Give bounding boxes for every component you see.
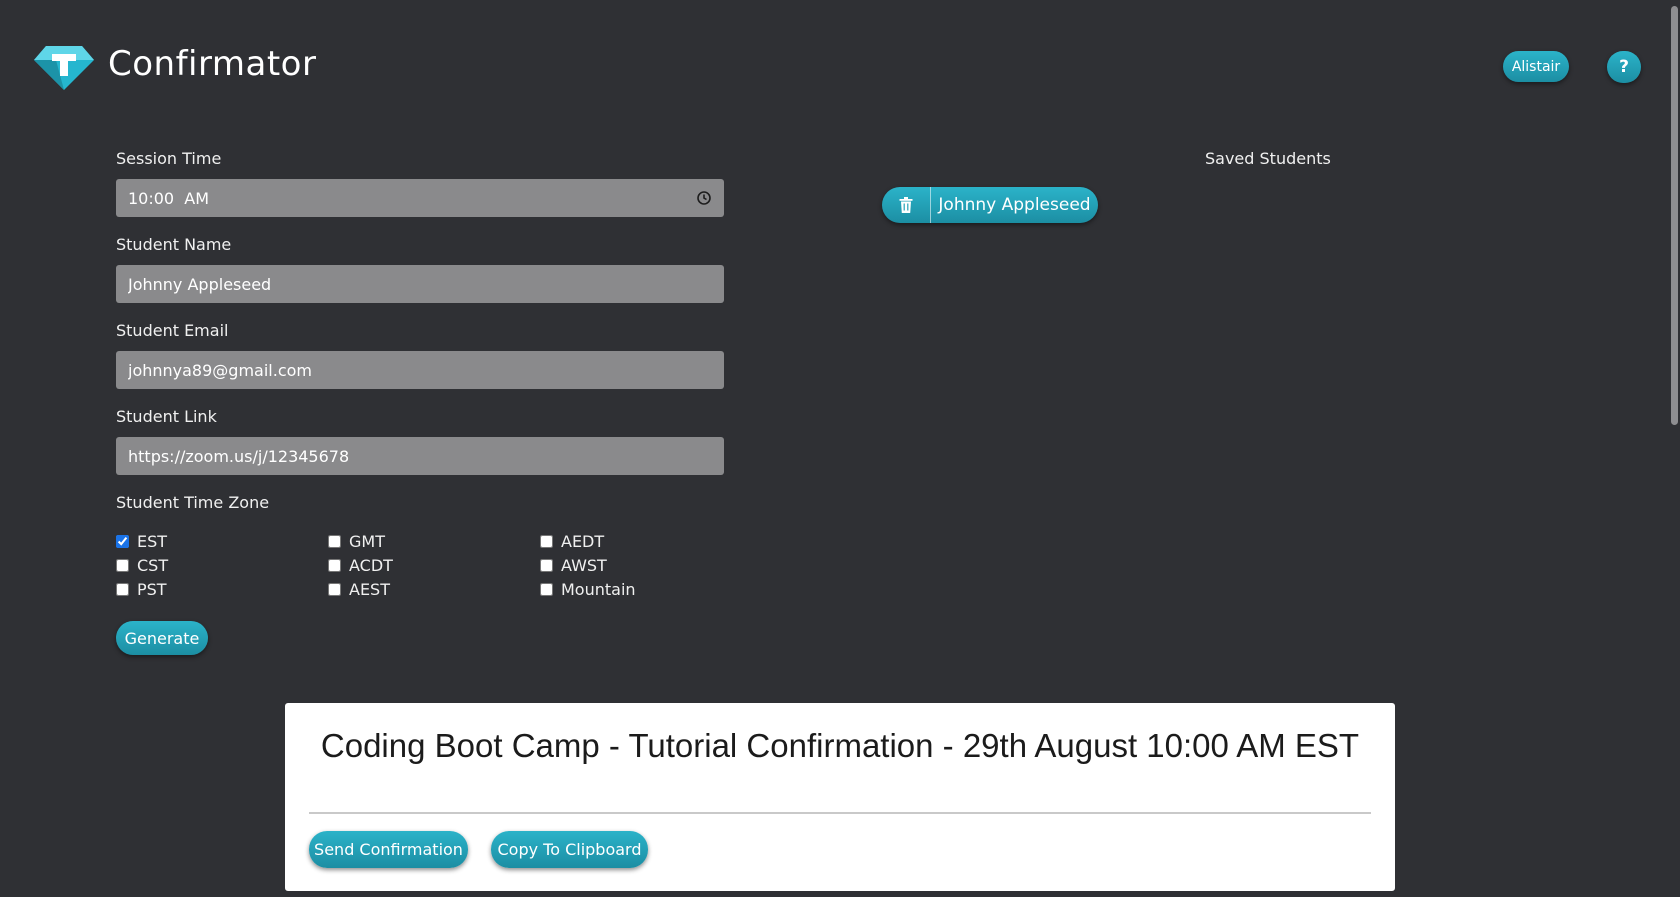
panel-divider [309,812,1371,814]
timezone-label: Student Time Zone [116,493,270,512]
confirmation-panel: Coding Boot Camp - Tutorial Confirmation… [285,703,1395,891]
timezone-checkbox[interactable] [116,559,129,572]
scrollbar-thumb[interactable] [1671,6,1678,425]
session-time-label: Session Time [116,149,222,168]
copy-to-clipboard-button[interactable]: Copy To Clipboard [491,831,648,868]
student-email-field[interactable] [116,351,724,389]
confirmation-title: Coding Boot Camp - Tutorial Confirmation… [320,727,1360,764]
timezone-checkbox[interactable] [540,535,553,548]
timezone-option-awst[interactable]: AWST [540,556,676,575]
trash-icon [899,197,913,213]
app-page: Confirmator Alistair ? Session Time Stud… [0,0,1680,897]
saved-student-name[interactable]: Johnny Appleseed [931,195,1098,215]
timezone-option-acdt[interactable]: ACDT [328,556,540,575]
app-logo-icon [34,46,94,90]
session-time-input[interactable] [128,188,696,208]
timezone-checkbox[interactable] [540,583,553,596]
generate-button[interactable]: Generate [116,621,208,655]
timezone-option-mountain[interactable]: Mountain [540,580,676,599]
user-button[interactable]: Alistair [1503,51,1569,82]
timezone-option-gmt[interactable]: GMT [328,532,540,551]
timezone-checkbox[interactable] [116,583,129,596]
app-title: Confirmator [108,44,317,84]
timezone-checkbox[interactable] [328,559,341,572]
timezone-option-aedt[interactable]: AEDT [540,532,676,551]
timezone-checkbox[interactable] [328,583,341,596]
timezone-option-aest[interactable]: AEST [328,580,540,599]
student-name-label: Student Name [116,235,232,254]
timezone-checkbox[interactable] [540,559,553,572]
student-link-field[interactable] [116,437,724,475]
student-email-label: Student Email [116,321,229,340]
student-email-input[interactable] [128,360,712,380]
timezone-option-cst[interactable]: CST [116,556,328,575]
send-confirmation-button[interactable]: Send Confirmation [309,831,468,868]
student-link-input[interactable] [128,446,712,466]
saved-students-title: Saved Students [1205,149,1331,168]
session-time-field[interactable] [116,179,724,217]
delete-student-button[interactable] [882,187,931,223]
timezone-checkbox[interactable] [116,535,129,548]
timezone-checkbox[interactable] [328,535,341,548]
clock-icon[interactable] [696,190,712,206]
student-name-field[interactable] [116,265,724,303]
timezone-option-pst[interactable]: PST [116,580,328,599]
timezone-options: EST GMT AEDT CST ACDT AWST PST AEST Moun… [116,532,676,599]
help-button[interactable]: ? [1607,51,1641,83]
saved-student-chip[interactable]: Johnny Appleseed [882,187,1098,223]
student-link-label: Student Link [116,407,217,426]
student-name-input[interactable] [128,274,712,294]
timezone-option-est[interactable]: EST [116,532,328,551]
